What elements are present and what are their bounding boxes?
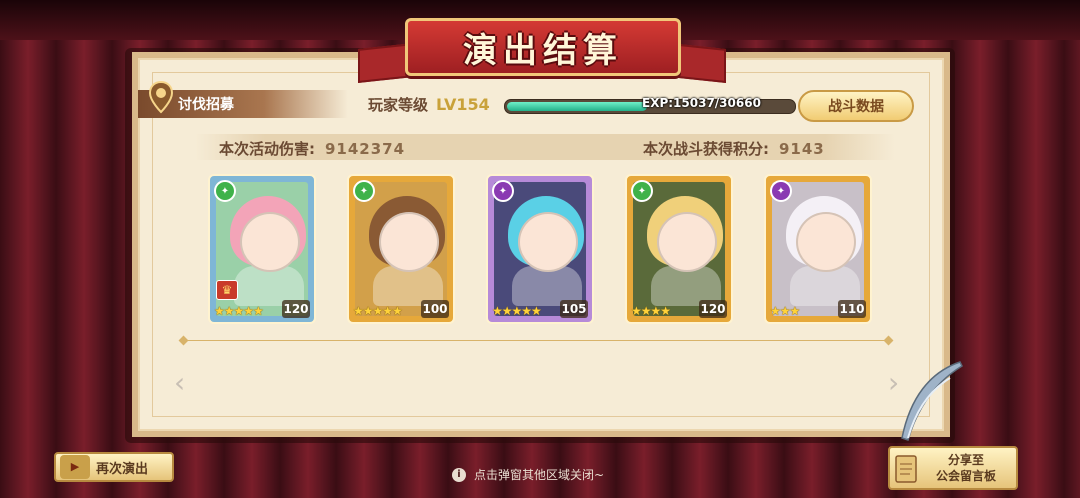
class-icon: ✦ [631,180,653,202]
stats-row: 本次活动伤害: 9142374 本次战斗获得积分: 9143 [195,134,895,160]
quill-feather-icon [901,361,963,441]
character-portrait [494,182,586,316]
character-card[interactable]: ✦ ★★★ 110 [764,174,872,324]
star-rating: ★★★★★ [353,304,403,318]
close-hint-text: 点击弹窗其他区域关闭~ [474,468,605,482]
stage-name: 讨伐招募 [178,97,234,113]
star-rating: ★★★ [770,304,800,318]
character-level: 110 [838,300,866,318]
character-card[interactable]: ✦ ♛ ★★★★★ 120 [208,174,316,324]
character-card[interactable]: ✦ ★★★★★ 100 [347,174,455,324]
title-banner: 演出结算 [405,18,681,76]
class-icon: ✦ [214,180,236,202]
character-level: 120 [282,300,310,318]
damage-stat: 本次活动伤害: 9142374 [219,138,405,159]
share-to-guild-button[interactable]: 分享至 公会留言板 [888,446,1018,490]
captain-crown-icon: ♛ [216,280,238,300]
character-portrait [772,182,864,316]
character-face [518,212,578,272]
character-face [379,212,439,272]
prev-arrow-icon[interactable]: ‹ [174,366,185,399]
score-label: 本次战斗获得积分: [643,140,769,158]
character-face [657,212,717,272]
divider [183,340,889,341]
player-level: 玩家等级 LV154 [368,94,490,115]
close-hint: i 点击弹窗其他区域关闭~ [452,466,604,483]
character-face [240,212,300,272]
replay-button[interactable]: ▶ 再次演出 [54,452,174,482]
battle-data-button[interactable]: 战斗数据 [798,90,914,122]
map-pin-icon [148,80,174,114]
share-button-label: 分享至 公会留言板 [935,453,996,483]
character-level: 105 [560,300,588,318]
exp-text: EXP:15037/30660 [642,96,761,110]
notebook-icon [895,455,917,483]
character-face [796,212,856,272]
star-rating: ★★★★ [631,304,671,318]
class-icon: ✦ [492,180,514,202]
player-level-label: 玩家等级 [368,96,429,114]
character-card[interactable]: ✦ ★★★★ 120 [625,174,733,324]
damage-value: 9142374 [325,140,406,158]
score-stat: 本次战斗获得积分: 9143 [643,138,825,159]
info-icon: i [452,467,466,482]
replay-button-label: 再次演出 [96,461,149,477]
replay-sign-icon: ▶ [60,455,90,479]
character-card[interactable]: ✦ ★★★★★ 105 [486,174,594,324]
score-value: 9143 [779,140,825,158]
star-rating: ★★★★★ [492,304,542,318]
character-level: 120 [699,300,727,318]
class-icon: ✦ [353,180,375,202]
page-title: 演出结算 [463,30,623,71]
character-portrait [633,182,725,316]
star-rating: ★★★★★ [214,304,264,318]
class-icon: ✦ [770,180,792,202]
damage-label: 本次活动伤害: [219,140,315,158]
character-level: 100 [421,300,449,318]
exp-bar-fill [507,102,647,111]
character-portrait [355,182,447,316]
player-level-value: LV154 [436,95,490,114]
